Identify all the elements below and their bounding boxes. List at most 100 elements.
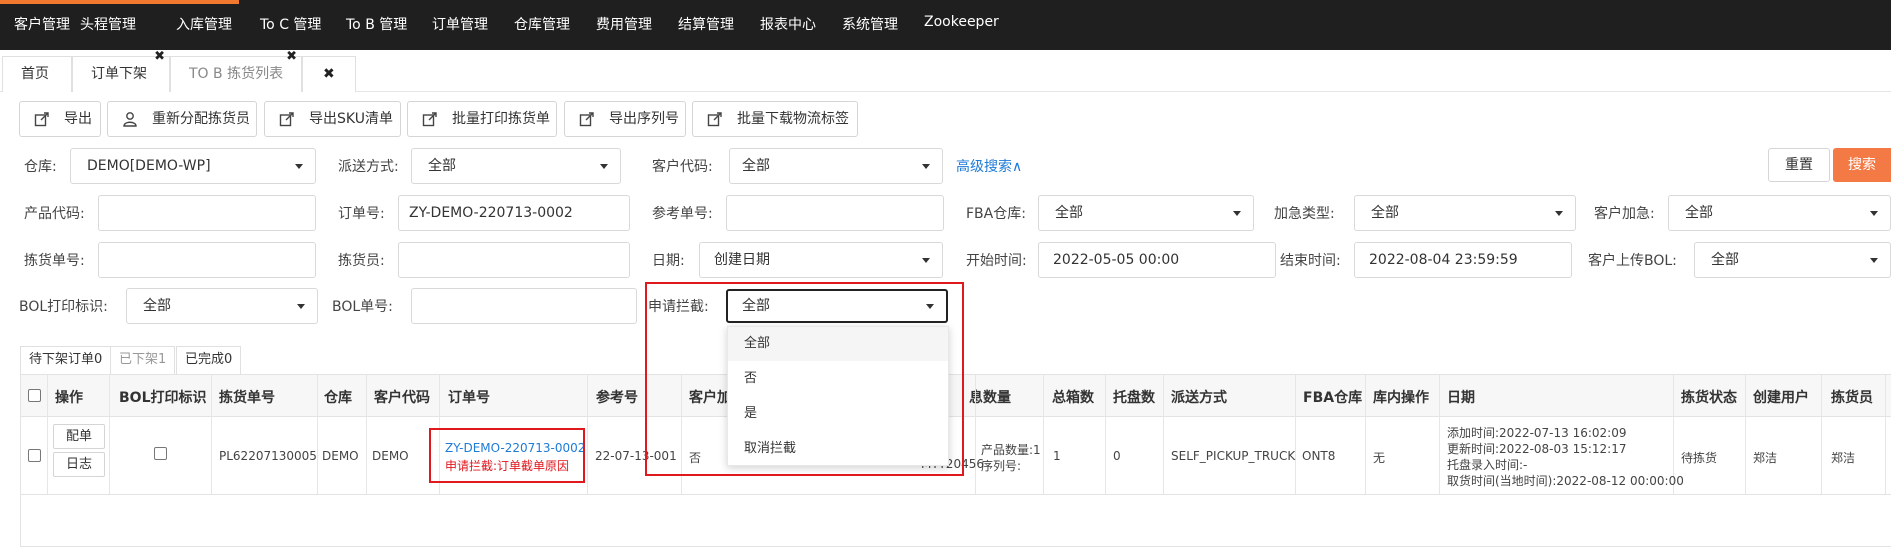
- urgent-type-select[interactable]: 全部: [1354, 195, 1576, 231]
- reassign-picker-label: 重新分配拣货员: [152, 111, 250, 127]
- col-header-fba-warehouse: FBA仓库: [1303, 390, 1363, 406]
- close-icon[interactable]: ✖: [286, 47, 297, 67]
- bol-print-checkbox[interactable]: [154, 447, 167, 460]
- quantity-cell-line1: 产品数量:1: [981, 443, 1041, 457]
- tab-home-label: 首页: [21, 66, 49, 82]
- customer-bol-upload-select[interactable]: 全部: [1694, 242, 1891, 278]
- export-serial-label: 导出序列号: [609, 111, 679, 127]
- col-header-delivery: 派送方式: [1171, 390, 1227, 406]
- col-header-customer-code: 客户代码: [374, 390, 430, 406]
- warehouse-label: 仓库:: [24, 159, 57, 175]
- customer-urgent-label: 客户加急:: [1594, 206, 1655, 222]
- ref-no-label: 参考单号:: [652, 206, 713, 222]
- col-header-action: 操作: [55, 390, 83, 406]
- customer-urgent-select[interactable]: 全部: [1668, 195, 1891, 231]
- close-icon[interactable]: ✖: [154, 47, 165, 67]
- order-no-label: 订单号:: [338, 206, 385, 222]
- col-header-quantity: 数量: [983, 390, 1011, 406]
- product-code-input[interactable]: [98, 195, 316, 231]
- reassign-picker-button[interactable]: 重新分配拣货员: [107, 101, 257, 137]
- delivery-method-select[interactable]: 全部: [411, 148, 621, 184]
- quantity-cell-line2: 序列号:: [981, 459, 1022, 473]
- nav-item-customer[interactable]: 客户管理: [14, 14, 70, 34]
- date-type-select[interactable]: 创建日期: [699, 242, 943, 278]
- date-type-label: 日期:: [652, 253, 685, 269]
- delivery-cell: SELF_PICKUP_TRUCK: [1171, 449, 1296, 463]
- col-header-total-boxes: 总箱数: [1052, 390, 1094, 406]
- export-icon: [579, 112, 594, 127]
- bol-print-select[interactable]: 全部: [126, 288, 318, 324]
- inwh-op-cell: 无: [1373, 451, 1386, 465]
- tab-completed[interactable]: 已完成0: [176, 346, 242, 374]
- reset-button[interactable]: 重置: [1768, 148, 1830, 182]
- delivery-method-label: 派送方式:: [338, 159, 399, 175]
- picker-input[interactable]: [398, 242, 630, 278]
- nav-item-settlement[interactable]: 结算管理: [678, 14, 734, 34]
- nav-accent-bar: [0, 0, 239, 4]
- tab-pending-shelf[interactable]: 待下架订单0: [20, 346, 112, 374]
- fba-warehouse-select[interactable]: 全部: [1038, 195, 1254, 231]
- bol-no-label: BOL单号:: [332, 299, 393, 315]
- order-no-input[interactable]: ZY-DEMO-220713-0002: [398, 195, 630, 231]
- end-time-label: 结束时间:: [1280, 253, 1341, 269]
- export-icon: [34, 112, 49, 127]
- bol-no-input[interactable]: [411, 288, 637, 324]
- ref-no-input[interactable]: [726, 195, 944, 231]
- col-header-picker: 拣货员: [1831, 390, 1873, 406]
- nav-item-inbound[interactable]: 入库管理: [176, 14, 232, 34]
- page-tab-bar: 首页 订单下架 ✖ TO B 拣货列表 ✖ ✖: [0, 49, 1891, 92]
- export-sku-button[interactable]: 导出SKU清单: [264, 101, 401, 137]
- pick-no-input[interactable]: [98, 242, 316, 278]
- nav-item-reports[interactable]: 报表中心: [760, 14, 816, 34]
- customer-code-select[interactable]: 全部: [729, 148, 943, 184]
- export-icon: [279, 112, 294, 127]
- col-header-order-no: 订单号: [448, 390, 490, 406]
- nav-item-zookeeper[interactable]: Zookeeper: [924, 14, 999, 30]
- nav-item-tob[interactable]: To B 管理: [346, 14, 407, 34]
- select-all-checkbox[interactable]: [28, 389, 41, 402]
- tab-shelved[interactable]: 已下架1: [110, 346, 176, 374]
- tab-tob-pick-list[interactable]: TO B 拣货列表 ✖: [170, 49, 302, 92]
- col-header-pallets: 托盘数: [1113, 390, 1155, 406]
- batch-download-label-text: 批量下载物流标签: [737, 111, 849, 127]
- date-pickup: 取货时间(当地时间):2022-08-12 00:00:00: [1447, 474, 1684, 488]
- tab-home[interactable]: 首页: [2, 56, 72, 92]
- col-header-creator: 创建用户: [1753, 390, 1809, 406]
- tab-order-shelf-label: 订单下架: [91, 66, 147, 82]
- end-time-input[interactable]: 2022-08-04 23:59:59: [1354, 242, 1572, 278]
- close-all-tabs-button[interactable]: ✖: [302, 56, 356, 92]
- batch-print-pick-button[interactable]: 批量打印拣货单: [407, 101, 557, 137]
- nav-item-fees[interactable]: 费用管理: [596, 14, 652, 34]
- log-button[interactable]: 日志: [53, 452, 105, 477]
- warehouse-cell: DEMO: [322, 449, 359, 463]
- order-no-highlight-box: [429, 428, 585, 483]
- nav-item-warehouse[interactable]: 仓库管理: [514, 14, 570, 34]
- col-header-date: 日期: [1447, 390, 1475, 406]
- customer-code-label: 客户代码:: [652, 159, 713, 175]
- start-time-input[interactable]: 2022-05-05 00:00: [1038, 242, 1276, 278]
- export-sku-label: 导出SKU清单: [309, 111, 393, 127]
- export-icon: [422, 112, 437, 127]
- nav-item-first-leg[interactable]: 头程管理: [80, 14, 136, 34]
- tab-order-shelf[interactable]: 订单下架 ✖: [72, 49, 170, 92]
- allocate-button[interactable]: 配单: [53, 424, 105, 449]
- search-button[interactable]: 搜索: [1833, 148, 1891, 182]
- nav-item-toc[interactable]: To C 管理: [260, 14, 321, 34]
- close-icon: ✖: [323, 66, 335, 82]
- advanced-search-link[interactable]: 高级搜索∧: [956, 156, 1022, 176]
- picker-label: 拣货员:: [338, 253, 385, 269]
- pick-status-cell: 待拣货: [1681, 451, 1718, 465]
- nav-item-orders[interactable]: 订单管理: [432, 14, 488, 34]
- row-checkbox[interactable]: [28, 449, 41, 462]
- warehouse-select[interactable]: DEMO[DEMO-WP]: [70, 148, 316, 184]
- batch-download-label-button[interactable]: 批量下载物流标签: [692, 101, 858, 137]
- col-header-warehouse: 仓库: [324, 390, 352, 406]
- date-pallet-entry: 托盘录入时间:-: [1447, 458, 1528, 472]
- start-time-label: 开始时间:: [966, 253, 1027, 269]
- nav-item-system[interactable]: 系统管理: [842, 14, 898, 34]
- export-button[interactable]: 导出: [19, 101, 101, 137]
- creator-cell: 郑洁: [1753, 451, 1778, 465]
- col-header-ref-no: 参考号: [596, 390, 638, 406]
- batch-print-pick-label: 批量打印拣货单: [452, 111, 550, 127]
- export-serial-button[interactable]: 导出序列号: [564, 101, 686, 137]
